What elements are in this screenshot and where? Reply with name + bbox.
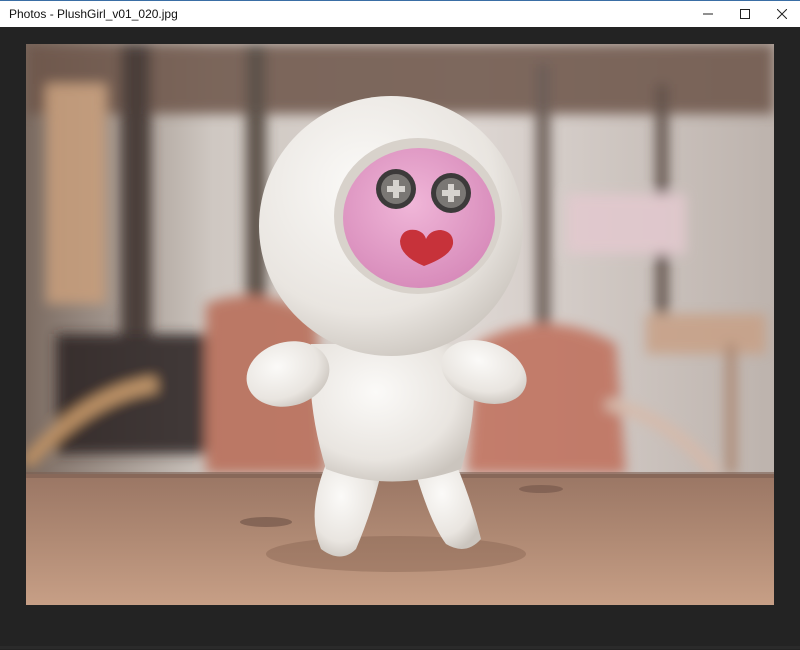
window-title: Photos - PlushGirl_v01_020.jpg	[9, 7, 178, 21]
maximize-icon	[739, 9, 750, 19]
title-bar[interactable]: Photos - PlushGirl_v01_020.jpg	[0, 1, 800, 27]
minimize-button[interactable]	[689, 1, 726, 27]
photo-image[interactable]	[26, 44, 774, 605]
close-button[interactable]	[763, 1, 800, 27]
photos-app-window: Photos - PlushGirl_v01_020.jpg	[0, 0, 800, 650]
maximize-button[interactable]	[726, 1, 763, 27]
plush-doll-photo	[26, 44, 774, 605]
photo-viewer[interactable]	[0, 27, 800, 650]
close-icon	[776, 9, 787, 19]
minimize-icon	[702, 13, 713, 15]
window-controls	[689, 1, 800, 27]
